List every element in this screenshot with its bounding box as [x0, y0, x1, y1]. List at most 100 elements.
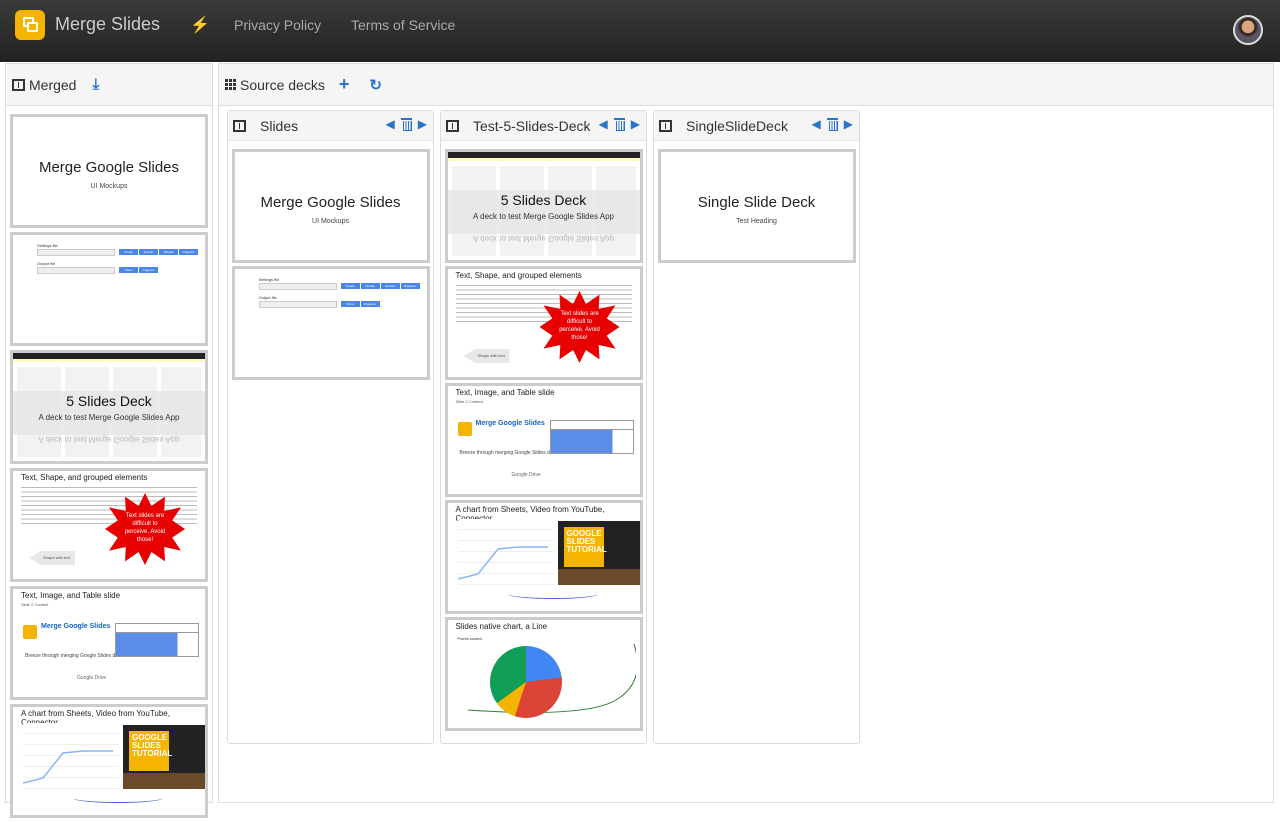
delete-deck-icon[interactable]	[613, 117, 625, 131]
organize-mini-button-2: Organize	[139, 267, 158, 273]
merged-slide-1[interactable]: Merge Google Slides UI Mockups	[10, 114, 208, 228]
slide-title: Text, Shape, and grouped elements	[455, 271, 582, 280]
move-right-icon[interactable]: ▶	[844, 117, 853, 131]
show-mini-button: Show	[119, 267, 138, 273]
slide-subtitle: A deck to test Merge Google Slides App	[473, 212, 614, 221]
organize-mini-button: Organize	[400, 283, 420, 289]
slide-subtitle: UI Mockups	[90, 183, 128, 190]
show-mini-button: Show	[340, 301, 360, 307]
brand-desc: Breeze through merging Google Slides dec…	[459, 450, 561, 456]
slide-subtitle: UI Mockups	[312, 218, 349, 225]
reload-mini-button: Reload	[380, 283, 400, 289]
top-navbar: Merge Slides ⚡ Privacy Policy Terms of S…	[0, 0, 1280, 62]
merged-slide-3[interactable]: 5 Slides Deck A deck to test Merge Googl…	[10, 350, 208, 464]
deck-title: Test-5-Slides-Deck	[473, 117, 591, 134]
film-icon	[446, 119, 459, 132]
arrow-shape: Shape with text	[29, 551, 75, 565]
slide-subtitle: A deck to test Merge Google Slides App	[38, 413, 180, 422]
drive-logo: Google Drive	[511, 472, 541, 478]
pie-chart	[489, 646, 562, 718]
deck-slide[interactable]: Text, Image, and Table slide Slide 2 Con…	[444, 383, 643, 497]
source-decks-title: Source decks	[240, 76, 325, 93]
move-left-icon[interactable]: ◀	[599, 117, 608, 131]
data-table	[549, 420, 634, 454]
data-table	[115, 623, 199, 657]
slide-title: Text, Shape, and grouped elements	[21, 473, 148, 482]
output-field	[37, 267, 115, 274]
download-icon[interactable]: ⤓	[92, 76, 99, 93]
terms-of-service-link[interactable]: Terms of Service	[351, 17, 455, 33]
create-mini-button: Create	[119, 249, 138, 255]
reload-mini-button: Reload	[159, 249, 178, 255]
video-thumbnail-text: GOOGLE SLIDES TUTORIAL	[563, 527, 607, 567]
slide-content: Slide 2 Content	[21, 602, 49, 607]
slide-title: Text, Image, and Table slide	[21, 591, 121, 600]
connector-line	[73, 793, 163, 803]
deck-title: Slides	[260, 117, 299, 134]
create-mini-button: Create	[340, 283, 360, 289]
deck-slide[interactable]: 5 Slides Deck A deck to test Merge Googl…	[444, 149, 643, 263]
settings-label: Settings file	[258, 277, 280, 282]
organize-mini-button: Organize	[179, 249, 198, 255]
video-thumbnail-text: GOOGLE SLIDES TUTORIAL	[129, 731, 172, 771]
sheets-chart	[457, 519, 554, 589]
grid-icon	[225, 79, 236, 90]
slide-title: 5 Slides Deck	[500, 192, 587, 208]
brand-text: Merge Google Slides	[41, 623, 111, 630]
move-left-icon[interactable]: ◀	[386, 117, 395, 131]
organize-mini-button-2: Organize	[360, 301, 380, 307]
brand-desc: Breeze through merging Google Slides dec…	[25, 653, 126, 659]
youtube-video: GOOGLE SLIDES TUTORIAL	[123, 725, 205, 789]
settings-field	[258, 283, 337, 290]
deck-slide[interactable]: Single Slide Deck Test Heading	[657, 149, 856, 263]
film-icon	[233, 119, 246, 132]
sheets-chart	[23, 723, 119, 793]
merged-slide-2[interactable]: Settings file Create Include Reload Orga…	[10, 232, 208, 346]
slide-subtitle: Test Heading	[736, 218, 777, 225]
merged-slide-5[interactable]: Text, Image, and Table slide Slide 2 Con…	[10, 586, 208, 700]
slide-title: Single Slide Deck	[697, 194, 816, 211]
privacy-policy-link[interactable]: Privacy Policy	[234, 17, 321, 33]
output-field	[258, 301, 337, 308]
deck-header: Slides ◀ ▶	[228, 111, 433, 141]
deck-slide[interactable]: Slides native chart, a Line Points score…	[444, 617, 643, 731]
delete-deck-icon[interactable]	[400, 117, 412, 131]
app-name[interactable]: Merge Slides	[55, 14, 160, 35]
youtube-video: GOOGLE SLIDES TUTORIAL	[557, 521, 640, 585]
settings-label: Settings file	[37, 243, 58, 248]
slide-title: Text, Image, and Table slide	[455, 388, 555, 397]
reflection-text: A deck to test Merge Google Slides App	[473, 234, 614, 243]
merged-slide-4[interactable]: Text, Shape, and grouped elements Text s…	[10, 468, 208, 582]
add-deck-icon[interactable]: +	[339, 74, 350, 95]
deck-slide[interactable]: Settings file Create Include Reload Orga…	[231, 266, 430, 380]
user-avatar[interactable]	[1233, 15, 1263, 45]
slides-logo-icon	[23, 625, 37, 639]
deck-column-single-slide: SingleSlideDeck ◀ ▶ Single Slide Deck Te…	[653, 110, 860, 744]
merged-panel-header: Merged ⤓	[6, 64, 212, 106]
source-decks-header: Source decks + ↻	[219, 64, 1273, 106]
drive-logo: Google Drive	[77, 675, 107, 681]
move-left-icon[interactable]: ◀	[812, 117, 821, 131]
slide-title: Merge Google Slides	[38, 159, 180, 176]
include-mini-button: Include	[139, 249, 158, 255]
bolt-icon[interactable]: ⚡	[190, 15, 210, 35]
delete-deck-icon[interactable]	[826, 117, 838, 131]
move-right-icon[interactable]: ▶	[631, 117, 640, 131]
deck-title: SingleSlideDeck	[686, 117, 788, 134]
settings-field	[37, 249, 115, 256]
slides-logo-icon	[457, 422, 472, 436]
deck-header: SingleSlideDeck ◀ ▶	[654, 111, 859, 141]
brand-text: Merge Google Slides	[475, 420, 545, 427]
connector-line	[507, 589, 598, 599]
app-logo-icon[interactable]	[15, 10, 45, 40]
refresh-icon[interactable]: ↻	[369, 76, 382, 94]
merged-slide-6[interactable]: A chart from Sheets, Video from YouTube,…	[10, 704, 208, 818]
film-icon	[12, 78, 25, 91]
move-right-icon[interactable]: ▶	[418, 117, 427, 131]
merged-panel-title: Merged	[29, 76, 77, 93]
deck-slide[interactable]: Merge Google Slides UI Mockups	[231, 149, 430, 263]
deck-slide[interactable]: A chart from Sheets, Video from YouTube,…	[444, 500, 643, 614]
slide-title: Merge Google Slides	[260, 194, 401, 211]
deck-slide[interactable]: Text, Shape, and grouped elements Text s…	[444, 266, 643, 380]
merged-slide-list: Merge Google Slides UI Mockups Settings …	[10, 114, 208, 822]
